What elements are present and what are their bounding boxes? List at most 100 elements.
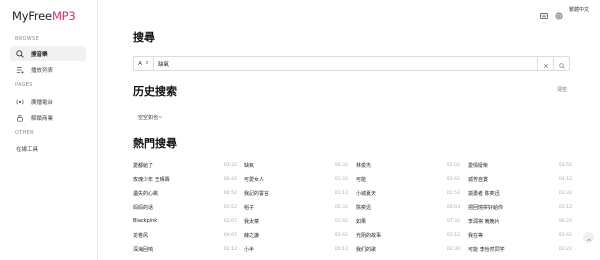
song-duration: 01:42 (334, 218, 348, 224)
song-duration: 02:12 (558, 204, 572, 210)
sidebar-item-online-tools[interactable]: 在線工具 (10, 141, 86, 156)
song-title: 可愛女人 (244, 176, 265, 183)
hot-search-item[interactable]: 深海回响 02:12 (133, 244, 237, 254)
hot-search-item[interactable]: 薛之謙 03:42 (244, 230, 348, 240)
history-title: 历史搜索 (133, 85, 177, 98)
hot-search-item[interactable]: 愛都給了 03:32 (133, 160, 237, 170)
song-duration: 06:22 (558, 218, 572, 224)
song-title: 龙卷风 (133, 232, 149, 239)
sidebar-item-unlock[interactable]: 解鎖商業 (10, 110, 86, 125)
hot-search-item[interactable]: 愛情廢柴 03:52 (468, 160, 572, 170)
song-duration: 07:32 (446, 218, 460, 224)
song-title: 愛情廢柴 (468, 162, 489, 169)
hot-search-item[interactable]: 李润祺 晚晚片 06:22 (468, 216, 572, 226)
logo-text: MyFree (12, 9, 52, 23)
song-title: 李润祺 晚晚片 (468, 218, 500, 225)
settings-icon[interactable] (555, 5, 563, 20)
hot-search-item[interactable]: 林俊杰 02:02 (356, 160, 460, 170)
song-duration: 04:07 (223, 232, 237, 238)
select-value: A (138, 60, 142, 67)
search-input[interactable] (154, 57, 537, 70)
song-duration: 01:32 (558, 190, 572, 196)
sidebar-item-label: 搜音樂 (31, 51, 48, 58)
clear-search-button[interactable] (537, 57, 553, 70)
hot-search-item[interactable]: 孤芳自賞 04:12 (468, 174, 572, 184)
search-icon (16, 49, 24, 58)
chevron-updown-icon: ⇕ (144, 61, 149, 66)
search-bar: A ⇕ (133, 56, 570, 71)
song-duration: 01:12 (446, 232, 460, 238)
hot-search-item[interactable]: 玫瑰少年 王晴霖 00:42 (133, 174, 237, 184)
song-title: 林俊杰 (356, 162, 372, 169)
hot-search-item[interactable]: 把回憶拼好給你 02:12 (468, 202, 572, 212)
unlock-icon (16, 114, 24, 122)
song-duration: 02:07 (223, 218, 237, 224)
hot-search-item[interactable]: 小城夏天 01:52 (356, 188, 460, 198)
close-icon (543, 54, 549, 73)
song-title: 遺失的心跳 (133, 190, 159, 197)
song-duration: 03:42 (446, 176, 460, 182)
song-title: 妈妈的话 (133, 204, 154, 211)
song-duration: 02:30 (446, 246, 460, 252)
hot-search-item[interactable]: 孤勇者 陈奕迅 01:32 (468, 188, 572, 198)
song-title: 缺氧 (244, 162, 255, 169)
hot-search-item[interactable]: 缺氧 04:32 (244, 160, 348, 170)
sidebar-item-label: 在線工具 (16, 146, 39, 153)
song-title: 陈奕迅 (356, 204, 372, 211)
hot-search-item[interactable]: 遺失的心跳 00:52 (133, 188, 237, 198)
sidebar-item-search-music[interactable]: 搜音樂 (10, 46, 86, 61)
hot-search-item[interactable]: 可能 李怡然同学 02:22 (468, 244, 572, 254)
hot-search-item[interactable]: 如果 07:32 (356, 216, 460, 226)
section-pages: PAGES (15, 82, 33, 88)
app-logo[interactable]: MyFreeMP3 (12, 9, 76, 23)
song-duration: 00:03 (446, 204, 460, 210)
hot-search-item[interactable]: 小半 00:12 (244, 244, 348, 254)
sidebar: MyFreeMP3 BROWSE 搜音樂 播放列表 PAGES 廣播電台 解鎖商… (0, 0, 98, 260)
song-title: 光阴的故事 (356, 232, 382, 239)
sidebar-item-label: 播放列表 (31, 67, 54, 74)
logo-accent-text: MP3 (51, 9, 76, 23)
hot-search-item[interactable]: 我在等 03:42 (468, 230, 572, 240)
search-submit-button[interactable] (553, 57, 569, 70)
song-title: 小半 (244, 246, 255, 253)
song-duration: 00:12 (334, 246, 348, 252)
song-duration: 01:12 (334, 190, 348, 196)
search-type-select[interactable]: A ⇕ (134, 57, 154, 70)
hot-search-item[interactable]: 妈妈的话 01:52 (133, 202, 237, 212)
clear-history-button[interactable]: 清空 (557, 86, 567, 93)
song-title: 我在等 (468, 232, 484, 239)
song-duration: 01:52 (223, 204, 237, 210)
language-selector[interactable]: 繁體中文 (569, 6, 589, 13)
song-duration: 04:12 (558, 176, 572, 182)
sidebar-item-label: 廣播電台 (31, 99, 54, 106)
song-title: 愛都給了 (133, 162, 154, 169)
hot-search-item[interactable]: 光阴的故事 01:12 (356, 230, 460, 240)
hot-search-item[interactable]: 可能 03:42 (356, 174, 460, 184)
song-duration: 00:52 (223, 190, 237, 196)
hot-search-item[interactable]: 我们的歌 02:30 (356, 244, 460, 254)
song-duration: 04:32 (334, 162, 348, 168)
keyboard-icon[interactable] (540, 5, 548, 19)
song-title: 孤芳自賞 (468, 176, 489, 183)
song-duration: 03:42 (334, 232, 348, 238)
hot-search-item[interactable]: 稻子 05:32 (244, 202, 348, 212)
song-duration: 05:32 (334, 204, 348, 210)
song-title: 孤勇者 陈奕迅 (468, 190, 500, 197)
song-title: 薛之謙 (244, 232, 260, 239)
hot-search-item[interactable]: 我太菜 01:42 (244, 216, 348, 226)
hot-search-item[interactable]: Blackpink 02:07 (133, 216, 237, 226)
back-to-top-button[interactable] (583, 232, 594, 243)
section-other: OTHER (15, 130, 34, 136)
song-title: 稻子 (244, 204, 255, 211)
song-title: 玫瑰少年 王晴霖 (133, 176, 170, 183)
song-title: 我記的誓言 (244, 190, 270, 197)
search-title: 搜尋 (133, 31, 155, 44)
sidebar-item-radio[interactable]: 廣播電台 (10, 94, 86, 109)
hot-search-item[interactable]: 陈奕迅 00:03 (356, 202, 460, 212)
playlist-icon (16, 66, 24, 74)
sidebar-item-playlist[interactable]: 播放列表 (10, 62, 86, 77)
hot-search-item[interactable]: 龙卷风 04:07 (133, 230, 237, 240)
hot-search-item[interactable]: 可愛女人 01:22 (244, 174, 348, 184)
hot-search-item[interactable]: 我記的誓言 01:12 (244, 188, 348, 198)
sidebar-item-label: 解鎖商業 (31, 115, 54, 122)
